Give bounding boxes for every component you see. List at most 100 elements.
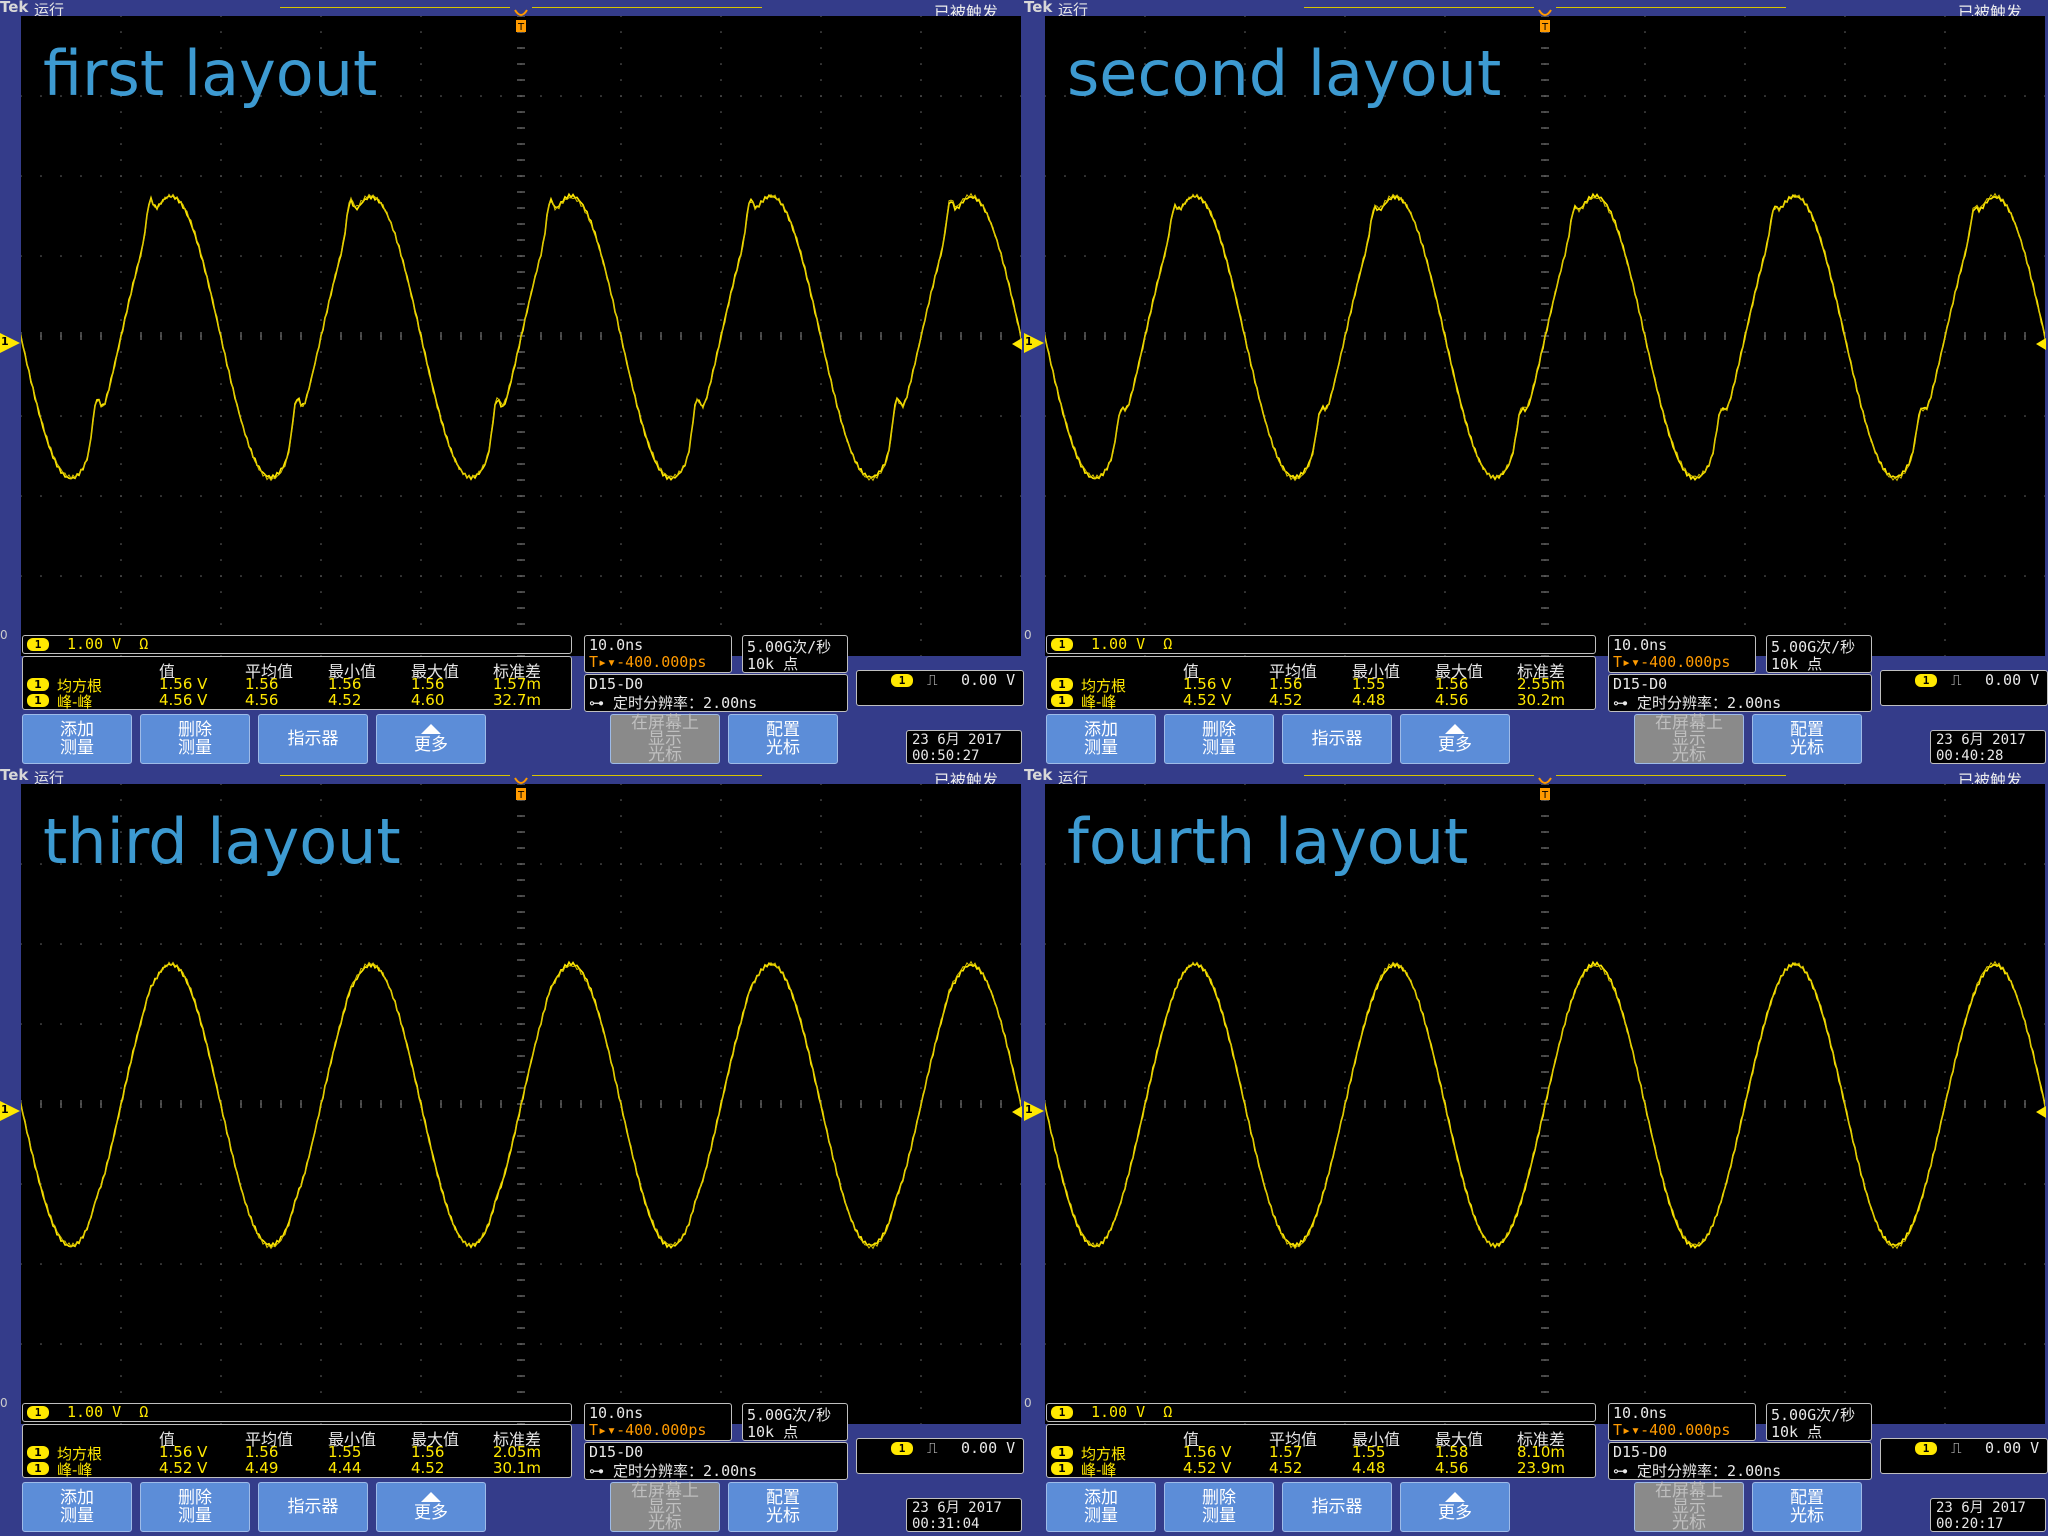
remove-measurement-button[interactable]: 删除 测量 — [1164, 714, 1274, 764]
remove-measurement-button[interactable]: 删除 测量 — [140, 1482, 250, 1532]
time: 00:50:27 — [912, 748, 980, 764]
bus-readout[interactable]: D15-D0 ⊶ 定时分辨率：2.00ns — [1608, 1442, 1872, 1480]
add-measurement-button[interactable]: 添加 测量 — [1046, 714, 1156, 764]
timestamp: 23 6月 2017 00:20:17 — [1930, 1498, 2046, 1532]
record-bar-left — [280, 7, 510, 8]
pkpk-std: 30.1m — [493, 1459, 542, 1477]
channel-1-ground-marker[interactable]: 1 — [1024, 333, 1044, 353]
trigger-channel-badge: 1 — [1915, 674, 1937, 687]
bus-readout[interactable]: D15-D0 ⊶ 定时分辨率：2.00ns — [584, 1442, 848, 1480]
bus-readout[interactable]: D15-D0 ⊶ 定时分辨率：2.00ns — [584, 674, 848, 712]
configure-cursors-button[interactable]: 配置 光标 — [1752, 714, 1862, 764]
more-button[interactable]: 更多 — [1400, 1482, 1510, 1532]
remove-measurement-button[interactable]: 删除 测量 — [1164, 1482, 1274, 1532]
add-measurement-button[interactable]: 添加 测量 — [1046, 1482, 1156, 1532]
trigger-readout[interactable]: 1 ⎍ 0.00 V — [856, 670, 1024, 706]
channel-badge: 1 — [27, 638, 49, 651]
trigger-level-marker[interactable] — [2036, 338, 2046, 350]
pkpk-min: 4.48 — [1352, 1459, 1386, 1477]
record-bar-left — [1304, 7, 1534, 8]
channel-1-ground-marker[interactable]: 1 — [0, 1101, 20, 1121]
configure-cursors-button[interactable]: 配置 光标 — [728, 714, 838, 764]
timing-resolution: ⊶ 定时分辨率：2.00ns — [589, 1462, 758, 1480]
trigger-channel-badge: 1 — [1915, 1442, 1937, 1455]
channel-scale-readout[interactable]: 1 1.00 V Ω — [22, 635, 572, 654]
measurement-table[interactable]: 值 平均值 最小值 最大值 标准差 1 均方根 1.56 V 1.57 1.55… — [1046, 1424, 1596, 1479]
status-bar: Tek 运行 已被触发 — [0, 0, 1024, 22]
waveform-display — [1045, 16, 2045, 656]
pkpk-std: 32.7m — [493, 691, 542, 709]
timing-resolution: ⊶ 定时分辨率：2.00ns — [1613, 694, 1782, 712]
brand-label: Tek — [0, 0, 29, 16]
layout-title: second layout — [1067, 37, 1502, 110]
svg-text:T: T — [1541, 790, 1549, 801]
trigger-readout[interactable]: 1 ⎍ 0.00 V — [1880, 1438, 2048, 1474]
layout-title: third layout — [43, 805, 401, 878]
row1-channel-badge: 1 — [27, 678, 49, 691]
measurement-table[interactable]: 值 平均值 最小值 最大值 标准差 1 均方根 1.56 V 1.56 1.56… — [22, 656, 572, 711]
channel-scale-readout[interactable]: 1 1.00 V Ω — [1046, 1403, 1596, 1422]
acquisition-readout[interactable]: 5.00G次/秒 10k 点 — [742, 635, 848, 673]
acquisition-readout[interactable]: 5.00G次/秒 10k 点 — [742, 1403, 848, 1441]
trigger-position-marker[interactable]: T — [513, 8, 529, 34]
trigger-position-marker[interactable]: T — [513, 776, 529, 802]
trigger-level: 0.00 V — [961, 1439, 1016, 1457]
time: 00:40:28 — [1936, 748, 2004, 764]
channel-scale-readout[interactable]: 1 1.00 V Ω — [1046, 635, 1596, 654]
vertical-scale: 1.00 V Ω — [1091, 1403, 1173, 1421]
measurement-table[interactable]: 值 平均值 最小值 最大值 标准差 1 均方根 1.56 V 1.56 1.55… — [22, 1424, 572, 1479]
bus-readout[interactable]: D15-D0 ⊶ 定时分辨率：2.00ns — [1608, 674, 1872, 712]
more-button[interactable]: 更多 — [376, 714, 486, 764]
add-measurement-button[interactable]: 添加 测量 — [22, 714, 132, 764]
indicators-button[interactable]: 指示器 — [258, 714, 368, 764]
indicators-button[interactable]: 指示器 — [1282, 1482, 1392, 1532]
pkpk-label: 峰-峰 — [1081, 1461, 1117, 1479]
channel-1-ground-marker[interactable]: 1 — [1024, 1101, 1044, 1121]
trigger-position-marker[interactable]: T — [1537, 776, 1553, 802]
indicators-button[interactable]: 指示器 — [1282, 714, 1392, 764]
measurement-table[interactable]: 值 平均值 最小值 最大值 标准差 1 均方根 1.56 V 1.56 1.55… — [1046, 656, 1596, 711]
pkpk-std: 30.2m — [1517, 691, 1566, 709]
trigger-level-marker[interactable] — [1012, 338, 1022, 350]
horizontal-readout[interactable]: 10.0ns T▸▾-400.000ps — [584, 1403, 732, 1441]
indicators-button[interactable]: 指示器 — [258, 1482, 368, 1532]
bus-label: D15-D0 — [1613, 1443, 1668, 1461]
trigger-readout[interactable]: 1 ⎍ 0.00 V — [1880, 670, 2048, 706]
bus-label: D15-D0 — [1613, 675, 1668, 693]
up-arrow-icon — [1445, 1492, 1465, 1502]
svg-text:T: T — [517, 790, 525, 801]
record-bar-right — [532, 7, 762, 8]
add-measurement-button[interactable]: 添加 测量 — [22, 1482, 132, 1532]
date: 23 6月 2017 — [912, 732, 1002, 748]
horizontal-readout[interactable]: 10.0ns T▸▾-400.000ps — [1608, 635, 1756, 673]
trigger-readout[interactable]: 1 ⎍ 0.00 V — [856, 1438, 1024, 1474]
trigger-level-marker[interactable] — [2036, 1106, 2046, 1118]
pkpk-label: 峰-峰 — [57, 693, 93, 711]
configure-cursors-button[interactable]: 配置 光标 — [728, 1482, 838, 1532]
horizontal-readout[interactable]: 10.0ns T▸▾-400.000ps — [584, 635, 732, 673]
trigger-level: 0.00 V — [1985, 671, 2040, 689]
remove-measurement-button[interactable]: 删除 测量 — [140, 714, 250, 764]
channel-scale-readout[interactable]: 1 1.00 V Ω — [22, 1403, 572, 1422]
acquisition-readout[interactable]: 5.00G次/秒 10k 点 — [1766, 1403, 1872, 1441]
record-length: 10k 点 — [747, 655, 799, 673]
row1-channel-badge: 1 — [1051, 1446, 1073, 1459]
zero-marker: 0 — [1024, 628, 1032, 642]
configure-cursors-button[interactable]: 配置 光标 — [1752, 1482, 1862, 1532]
rising-edge-icon: ⎍ — [1951, 1439, 1962, 1457]
zero-marker: 0 — [0, 628, 8, 642]
horizontal-readout[interactable]: 10.0ns T▸▾-400.000ps — [1608, 1403, 1756, 1441]
acquisition-readout[interactable]: 5.00G次/秒 10k 点 — [1766, 635, 1872, 673]
channel-badge: 1 — [27, 1406, 49, 1419]
timing-resolution: ⊶ 定时分辨率：2.00ns — [1613, 1462, 1782, 1480]
more-button[interactable]: 更多 — [1400, 714, 1510, 764]
pkpk-min: 4.48 — [1352, 691, 1386, 709]
rising-edge-icon: ⎍ — [927, 671, 938, 689]
channel-1-ground-marker[interactable]: 1 — [0, 333, 20, 353]
trigger-position-marker[interactable]: T — [1537, 8, 1553, 34]
trigger-level-marker[interactable] — [1012, 1106, 1022, 1118]
trigger-position: T▸▾-400.000ps — [589, 653, 707, 671]
more-button[interactable]: 更多 — [376, 1482, 486, 1532]
svg-text:T: T — [1541, 22, 1549, 33]
row2-channel-badge: 1 — [27, 1462, 49, 1475]
